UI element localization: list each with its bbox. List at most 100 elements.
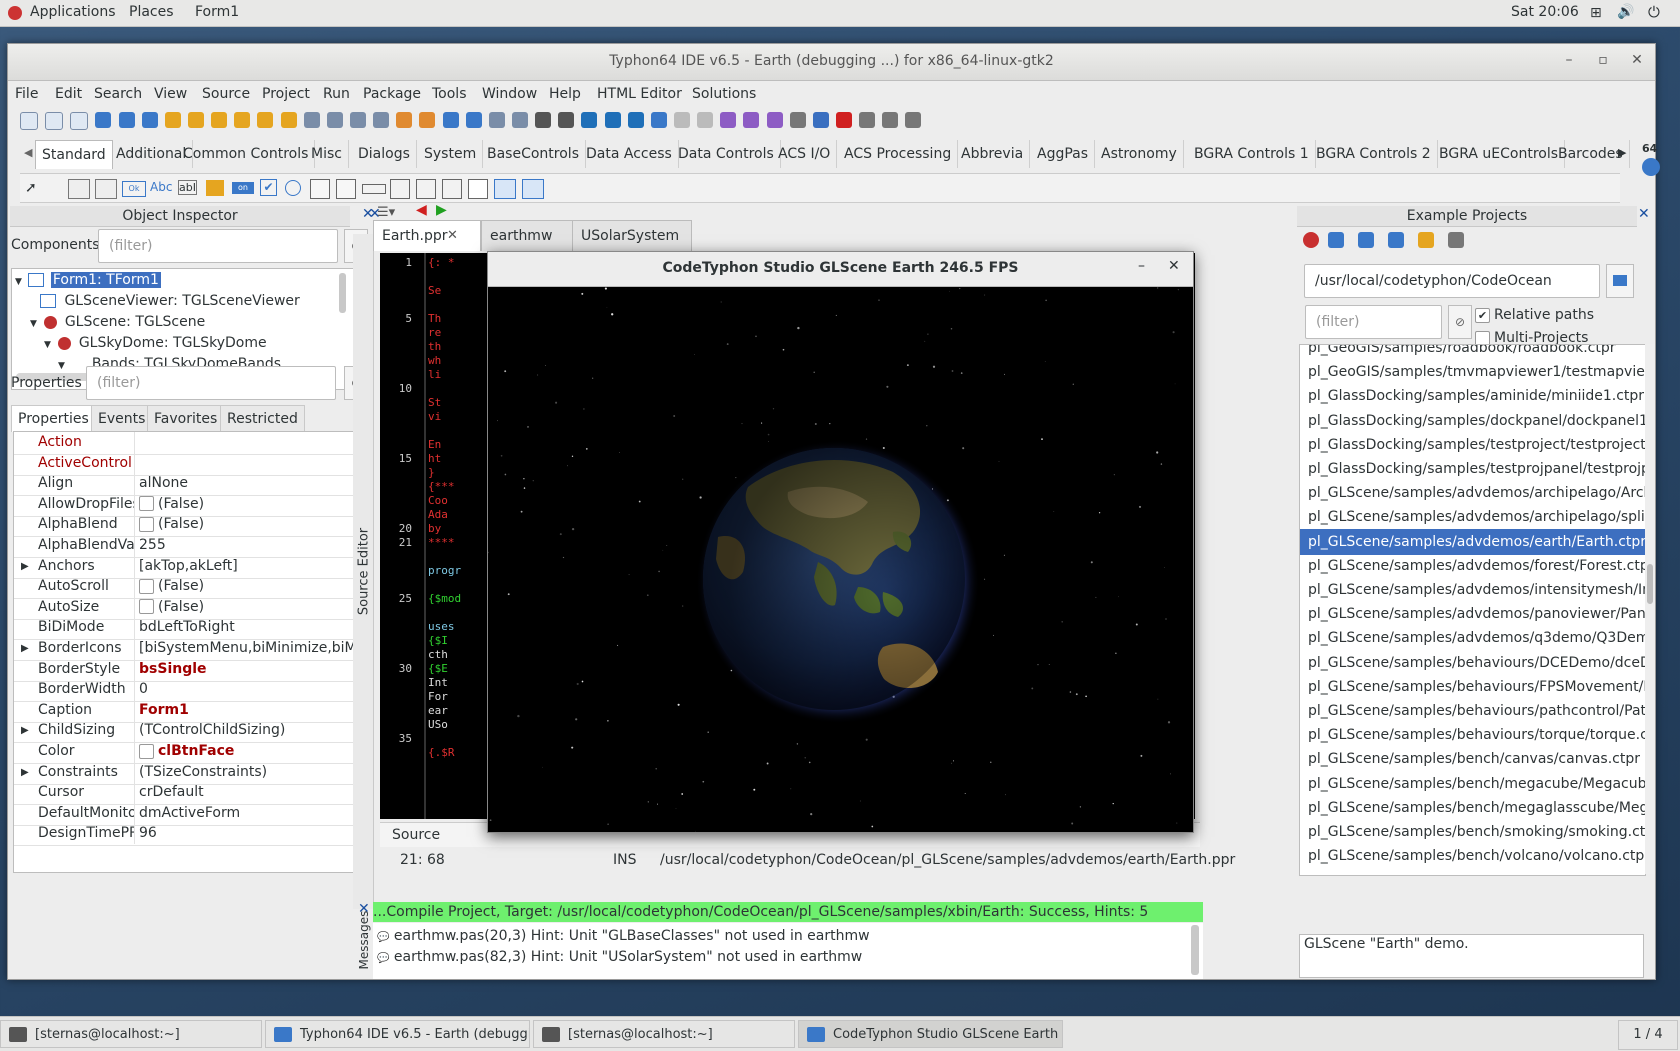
open-icon[interactable] bbox=[95, 112, 112, 128]
new-unit-icon[interactable] bbox=[70, 112, 89, 130]
property-row[interactable]: DesignTimePPI 96 bbox=[14, 823, 354, 847]
property-value[interactable]: [akTop,akLeft] bbox=[139, 556, 354, 577]
project-item[interactable]: pl_GLScene/samples/bench/smoking/smoking… bbox=[1300, 819, 1645, 845]
folder-icon[interactable] bbox=[1418, 232, 1434, 248]
project-icon[interactable] bbox=[373, 112, 390, 128]
download-icon[interactable] bbox=[1642, 158, 1660, 176]
tab-common-controls[interactable]: Common Controls bbox=[177, 140, 316, 168]
inspect-icon[interactable] bbox=[488, 112, 505, 128]
menu-window[interactable]: Window bbox=[482, 86, 537, 102]
property-row[interactable]: Color clBtnFace bbox=[14, 741, 354, 764]
new-form-icon[interactable] bbox=[45, 112, 64, 130]
tab-misc[interactable]: Misc bbox=[305, 140, 349, 168]
wizard-icon[interactable] bbox=[419, 112, 436, 128]
property-row[interactable]: ▶ Anchors [akTop,akLeft] bbox=[14, 555, 354, 579]
scroll-left-icon[interactable]: ◀ bbox=[24, 146, 32, 159]
expand-icon[interactable]: ▶ bbox=[21, 762, 29, 783]
project-item[interactable]: pl_GLScene/samples/advdemos/intensitymes… bbox=[1300, 577, 1645, 603]
project-item[interactable]: pl_GLScene/samples/advdemos/forest/Fores… bbox=[1300, 553, 1645, 579]
task-terminal-1[interactable]: [sternas@localhost:~] bbox=[0, 1020, 262, 1048]
sync-icon[interactable] bbox=[581, 112, 598, 128]
property-row[interactable]: BorderStyle bsSingle bbox=[14, 658, 354, 682]
project-item[interactable]: pl_GLScene/samples/advdemos/archipelago/… bbox=[1300, 504, 1645, 530]
components-filter[interactable]: (filter) bbox=[98, 229, 338, 263]
property-value[interactable]: 0 bbox=[139, 679, 354, 700]
stop-icon[interactable] bbox=[835, 112, 852, 128]
clear-examples-filter-icon[interactable]: ⊘ bbox=[1448, 305, 1472, 339]
property-row[interactable]: AlphaBlend (False) bbox=[14, 514, 354, 538]
project-item[interactable]: pl_GLScene/samples/behaviours/pathcontro… bbox=[1300, 698, 1645, 724]
property-value[interactable] bbox=[139, 432, 354, 453]
property-value[interactable]: (TSizeConstraints) bbox=[139, 762, 354, 783]
property-value[interactable]: (False) bbox=[139, 597, 354, 618]
property-row[interactable]: ▶ ChildSizing (TControlChildSizing) bbox=[14, 720, 354, 744]
label-component-icon[interactable]: Abc bbox=[150, 180, 172, 194]
refresh-icon[interactable] bbox=[1303, 232, 1319, 248]
delete-icon[interactable] bbox=[1388, 232, 1404, 248]
tab-bgra-controls-1[interactable]: BGRA Controls 1 bbox=[1188, 140, 1316, 168]
toggle-form-icon[interactable] bbox=[349, 112, 366, 128]
menu-package[interactable]: Package bbox=[363, 86, 421, 102]
project-item[interactable]: pl_GlassDocking/samples/aminide/miniide1… bbox=[1300, 383, 1645, 409]
camera-icon[interactable] bbox=[535, 112, 552, 128]
menu-help[interactable]: Help bbox=[549, 86, 581, 102]
clean-icon[interactable] bbox=[257, 112, 274, 128]
project-item[interactable]: pl_GlassDocking/samples/testprojpanel/te… bbox=[1300, 456, 1645, 482]
project-item[interactable]: pl_GLScene/samples/bench/volcano/volcano… bbox=[1300, 843, 1645, 869]
view-units-icon[interactable] bbox=[303, 112, 320, 128]
actionlist-component-icon[interactable] bbox=[522, 179, 544, 199]
checkmark-icon[interactable] bbox=[650, 112, 667, 128]
tab-system[interactable]: System bbox=[418, 140, 484, 168]
tab-events[interactable]: Events bbox=[91, 405, 153, 432]
tab-astronomy[interactable]: Astronomy bbox=[1095, 140, 1184, 168]
tab-acs-processing[interactable]: ACS Processing bbox=[838, 140, 959, 168]
earth-viewport[interactable] bbox=[488, 287, 1193, 832]
radiogroup-component-icon[interactable] bbox=[416, 179, 436, 199]
run-icon[interactable] bbox=[766, 112, 783, 128]
property-row[interactable]: ActiveControl bbox=[14, 452, 354, 476]
package-icon[interactable] bbox=[164, 112, 181, 128]
property-row[interactable]: Align alNone bbox=[14, 473, 354, 497]
project-item[interactable]: pl_GLScene/samples/advdemos/q3demo/Q3Dem… bbox=[1300, 625, 1645, 651]
minimize-icon[interactable]: – bbox=[1559, 52, 1579, 70]
editor-tab-usolarsystem[interactable]: USolarSystem bbox=[572, 220, 692, 251]
back-arrow-icon[interactable]: ◀ bbox=[416, 202, 427, 218]
project-item[interactable]: pl_GLScene/samples/advdemos/earth/Earth.… bbox=[1300, 528, 1645, 555]
glscene-window[interactable]: CodeTyphon Studio GLScene Earth 246.5 FP… bbox=[487, 251, 1194, 833]
property-value[interactable] bbox=[139, 453, 354, 474]
network-icon[interactable]: ⊞ bbox=[1590, 5, 1602, 21]
menu-html-editor[interactable]: HTML Editor bbox=[597, 86, 682, 102]
property-row[interactable]: ▶ Constraints (TSizeConstraints) bbox=[14, 761, 354, 785]
install-icon[interactable] bbox=[211, 112, 228, 128]
component-icon[interactable] bbox=[187, 112, 204, 128]
menu-tools[interactable]: Tools bbox=[432, 86, 467, 102]
property-value[interactable]: (TControlChildSizing) bbox=[139, 720, 354, 741]
compile-success-message[interactable]: ...Compile Project, Target: /usr/local/c… bbox=[373, 902, 1203, 922]
glscene-titlebar[interactable]: CodeTyphon Studio GLScene Earth 246.5 FP… bbox=[488, 252, 1193, 287]
radiobutton-component-icon[interactable] bbox=[285, 180, 301, 196]
app-menu[interactable]: Form1 bbox=[195, 4, 239, 20]
ide-titlebar[interactable]: Typhon64 IDE v6.5 - Earth (debugging ...… bbox=[8, 44, 1655, 81]
project-item[interactable]: pl_GLScene/samples/behaviours/DCEDemo/dc… bbox=[1300, 650, 1645, 676]
expand-icon[interactable]: ▶ bbox=[21, 556, 29, 577]
menu-view[interactable]: View bbox=[154, 86, 187, 102]
step-into-icon[interactable] bbox=[859, 112, 876, 128]
save-all-icon[interactable] bbox=[141, 112, 158, 128]
property-value[interactable]: crDefault bbox=[139, 782, 354, 803]
project-item[interactable]: pl_GeoGIS/samples/tmvmapviewer1/testmapv… bbox=[1300, 359, 1645, 385]
step-out-icon[interactable] bbox=[905, 112, 922, 128]
frame-component-icon[interactable] bbox=[494, 179, 516, 199]
checkbox-component-icon[interactable]: ✔ bbox=[260, 179, 277, 196]
tab-bgra-controls-2[interactable]: BGRA Controls 2 bbox=[1310, 140, 1438, 168]
property-row[interactable]: Caption Form1 bbox=[14, 699, 354, 723]
step-over-icon[interactable] bbox=[882, 112, 899, 128]
tree-node-glscene[interactable]: GLScene: TGLScene bbox=[65, 314, 205, 330]
pause-icon[interactable] bbox=[812, 112, 829, 128]
tab-properties[interactable]: Properties bbox=[11, 405, 96, 432]
scissors-icon[interactable] bbox=[673, 112, 690, 128]
tab-restricted[interactable]: Restricted bbox=[220, 405, 305, 432]
property-row[interactable]: AutoScroll (False) bbox=[14, 576, 354, 600]
properties-filter[interactable]: (filter) bbox=[86, 366, 336, 400]
puzzle-icon[interactable] bbox=[627, 112, 644, 128]
messages-scrollbar[interactable] bbox=[1191, 925, 1199, 975]
